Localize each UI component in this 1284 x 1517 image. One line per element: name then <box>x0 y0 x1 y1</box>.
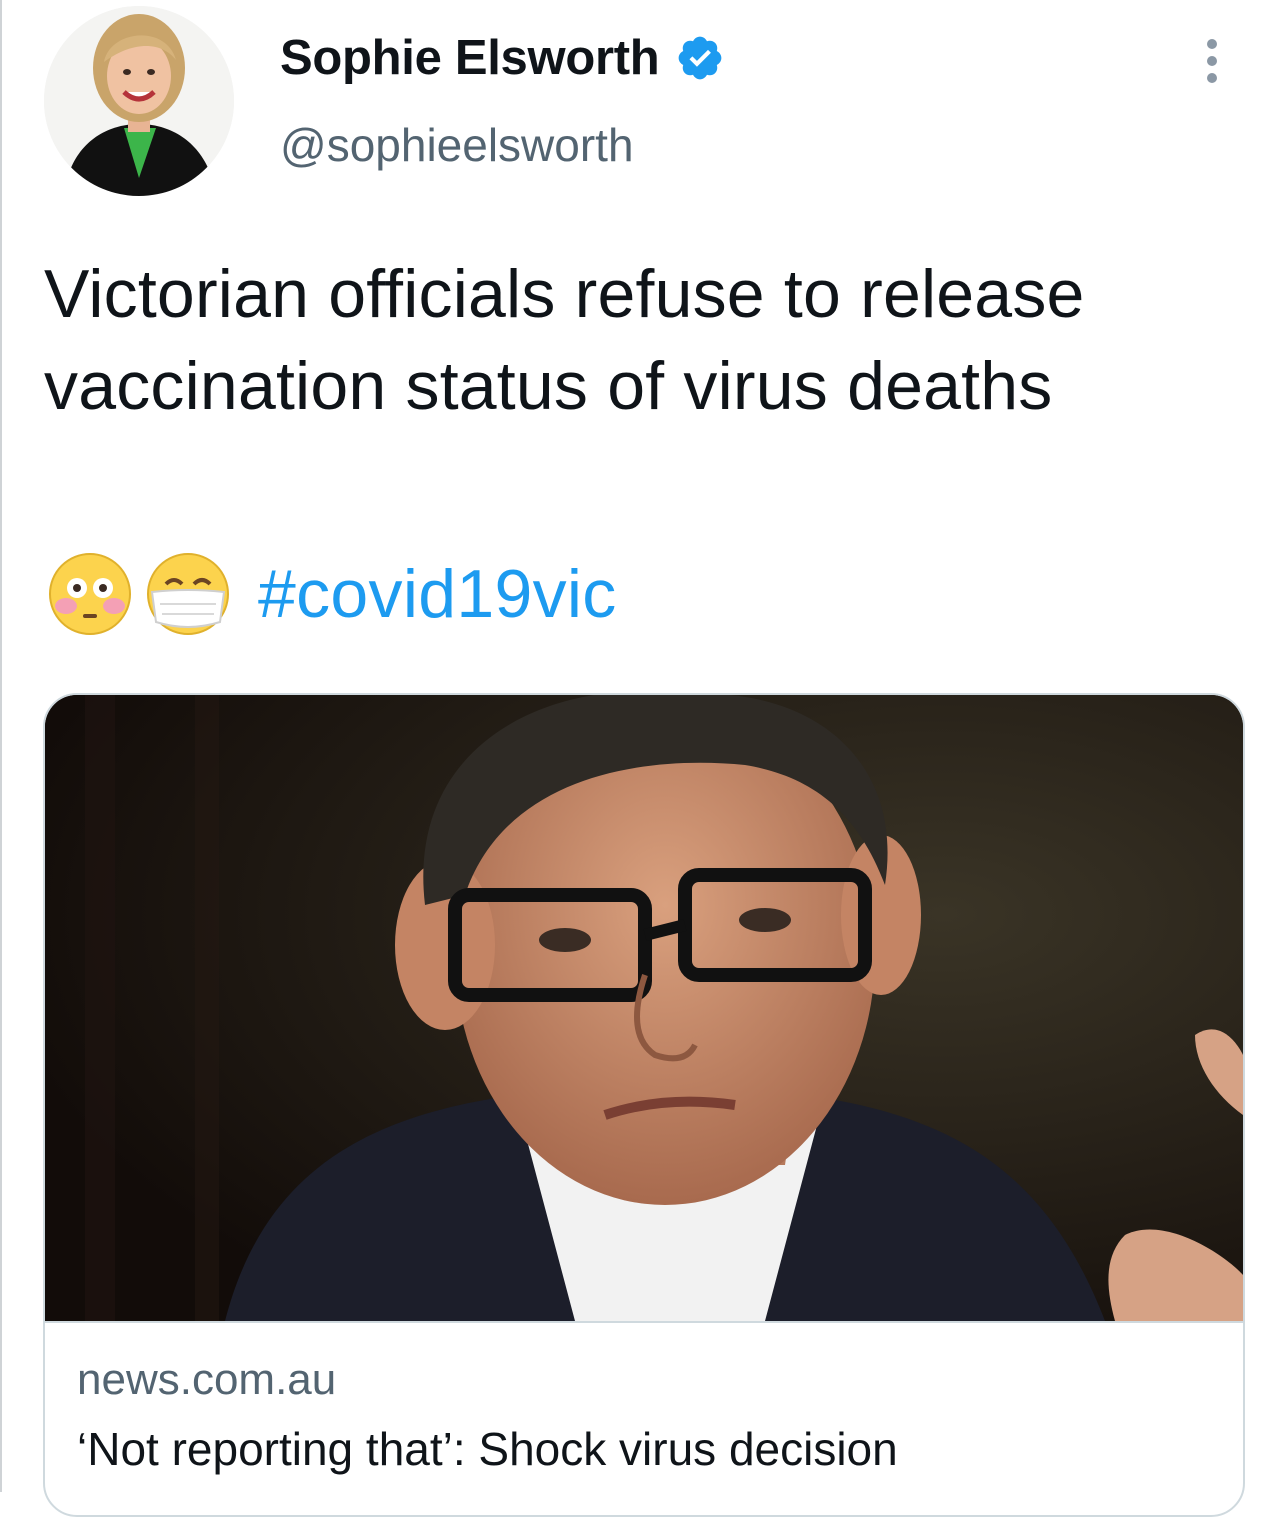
card-divider <box>45 1321 1243 1323</box>
more-options-icon[interactable] <box>1198 36 1226 86</box>
verified-badge-icon <box>679 36 722 80</box>
profile-photo-icon <box>44 6 234 196</box>
left-border <box>0 0 2 1492</box>
flushed-face-emoji-icon <box>49 553 131 635</box>
card-title[interactable]: ‘Not reporting that’: Shock virus decisi… <box>77 1422 898 1476</box>
link-preview-card[interactable]: news.com.au ‘Not reporting that’: Shock … <box>43 693 1245 1517</box>
hashtag-link[interactable]: #covid19vic <box>258 555 617 633</box>
face-with-medical-mask-emoji-icon <box>147 553 229 635</box>
author-avatar[interactable] <box>44 6 234 196</box>
author-handle[interactable]: @sophieelsworth <box>280 118 634 172</box>
author-display-name[interactable]: Sophie Elsworth <box>280 30 660 86</box>
tweet-text: Victorian officials refuse to release va… <box>44 256 1085 424</box>
card-image[interactable] <box>45 695 1243 1321</box>
card-domain: news.com.au <box>77 1355 337 1404</box>
tweet-emoji-row: #covid19vic <box>48 548 617 640</box>
man-with-glasses-photo-icon <box>45 695 1243 1321</box>
author-name-row: Sophie Elsworth <box>280 28 725 88</box>
